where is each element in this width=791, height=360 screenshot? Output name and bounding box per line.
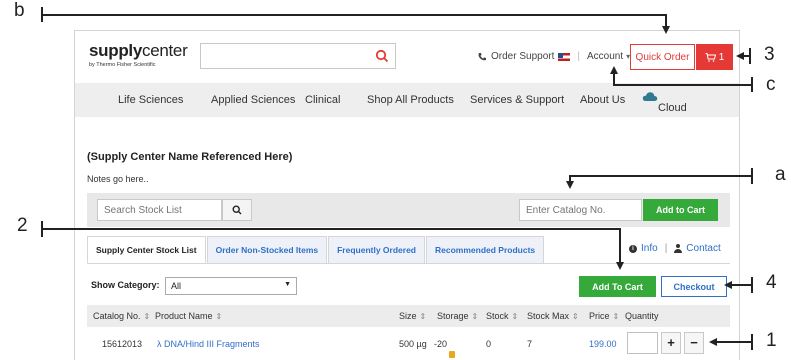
callout-label-4: 4 [766,272,777,293]
callout-c-arrow [610,66,752,86]
callout-2-arrow [42,228,624,270]
callout-label-3: 3 [764,44,775,65]
callout-label-b: b [14,0,25,21]
callout-arrows [41,7,753,350]
callout-label-1: 1 [766,330,777,351]
callout-b-arrow [42,14,670,34]
callout-label-a: a [775,164,786,185]
callout-label-c: c [766,74,776,95]
callout-label-2: 2 [17,215,28,236]
callout-a-arrow [566,175,752,189]
